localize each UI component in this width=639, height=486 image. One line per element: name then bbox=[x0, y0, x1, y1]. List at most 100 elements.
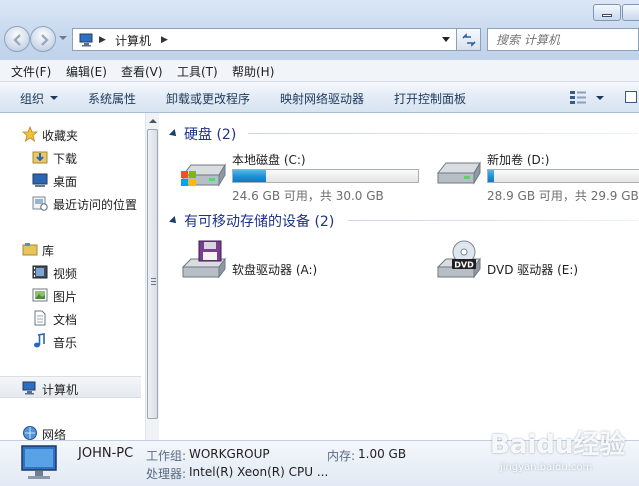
breadcrumb-computer[interactable]: 计算机 bbox=[115, 32, 151, 49]
dvd-drive-icon: DVD bbox=[436, 240, 481, 279]
computer-icon bbox=[21, 445, 57, 479]
hard-drive-icon bbox=[436, 161, 481, 185]
drive-name: 本地磁盘 (C:) bbox=[232, 153, 306, 167]
open-control-panel-button[interactable]: 打开控制面板 bbox=[394, 90, 466, 107]
libraries-icon bbox=[22, 243, 38, 256]
nav-item-desktop[interactable]: 桌面 bbox=[0, 169, 141, 191]
view-options-dropdown[interactable] bbox=[596, 96, 604, 100]
drive-usage-bar bbox=[232, 169, 419, 183]
menu-view[interactable]: 查看(V) bbox=[121, 63, 163, 80]
drive-d[interactable]: 新加卷 (D:) 28.9 GB 可用，共 29.9 GB bbox=[434, 151, 639, 207]
device-name: DVD 驱动器 (E:) bbox=[487, 263, 579, 277]
group-header-hard-disks[interactable]: 硬盘 (2) bbox=[168, 123, 638, 143]
organize-button[interactable]: 组织 bbox=[20, 90, 44, 107]
drive-capacity: 24.6 GB 可用，共 30.0 GB bbox=[232, 189, 384, 203]
menu-file[interactable]: 文件(F) bbox=[11, 63, 51, 80]
nav-item-music[interactable]: 音乐 bbox=[0, 330, 141, 352]
navigation-scrollbar[interactable] bbox=[145, 113, 159, 440]
menu-bar: 文件(F) 编辑(E) 查看(V) 工具(T) 帮助(H) bbox=[0, 60, 639, 82]
workgroup-value: WORKGROUP bbox=[189, 447, 270, 461]
navigation-pane: 收藏夹 下载 桌面 最近访问的位置 库 视频 图片 文档 音乐 计算机 网络 bbox=[0, 113, 145, 442]
group-title: 硬盘 (2) bbox=[184, 127, 237, 143]
drive-usage-fill bbox=[488, 170, 495, 182]
watermark-brand: Baidu经验 bbox=[490, 430, 626, 460]
title-bar: ▶ 计算机 ▶ bbox=[0, 0, 639, 60]
address-history-dropdown[interactable] bbox=[442, 37, 450, 42]
nav-item-favorites[interactable]: 收藏夹 bbox=[0, 123, 141, 145]
scroll-up-icon[interactable] bbox=[149, 119, 157, 123]
group-header-removable[interactable]: 有可移动存储的设备 (2) bbox=[168, 210, 638, 230]
video-icon bbox=[32, 265, 48, 279]
minimize-icon bbox=[602, 14, 612, 17]
drive-c[interactable]: 本地磁盘 (C:) 24.6 GB 可用，共 30.0 GB bbox=[179, 151, 429, 207]
svg-text:DVD: DVD bbox=[454, 261, 474, 270]
desktop-icon bbox=[32, 173, 48, 187]
nav-item-downloads[interactable]: 下载 bbox=[0, 146, 141, 168]
menu-tools[interactable]: 工具(T) bbox=[177, 63, 218, 80]
floppy-drive[interactable]: 软盘驱动器 (A:) bbox=[179, 239, 379, 289]
device-name: 软盘驱动器 (A:) bbox=[232, 263, 318, 277]
map-network-drive-button[interactable]: 映射网络驱动器 bbox=[280, 90, 364, 107]
processor-value: Intel(R) Xeon(R) CPU ... bbox=[189, 465, 329, 479]
computer-name: JOHN-PC bbox=[78, 446, 134, 461]
computer-icon bbox=[22, 381, 36, 395]
processor-label: 处理器: bbox=[146, 467, 187, 481]
scrollbar-thumb[interactable] bbox=[147, 129, 158, 419]
downloads-folder-icon bbox=[32, 151, 48, 164]
maximize-button[interactable] bbox=[622, 4, 639, 21]
floppy-drive-icon bbox=[181, 240, 226, 279]
search-input[interactable] bbox=[488, 29, 618, 50]
star-icon bbox=[22, 126, 38, 142]
nav-item-computer[interactable]: 计算机 bbox=[0, 376, 141, 398]
drive-usage-bar bbox=[487, 169, 639, 183]
pictures-icon bbox=[32, 288, 48, 302]
arrow-right-icon bbox=[41, 34, 49, 46]
preview-pane-icon[interactable] bbox=[625, 91, 637, 103]
menu-edit[interactable]: 编辑(E) bbox=[66, 63, 107, 80]
computer-icon bbox=[79, 33, 93, 47]
menu-help[interactable]: 帮助(H) bbox=[232, 63, 274, 80]
chevron-down-icon[interactable] bbox=[50, 96, 58, 100]
forward-button[interactable] bbox=[30, 26, 56, 52]
chevron-down-icon[interactable] bbox=[169, 129, 179, 139]
nav-item-libraries[interactable]: 库 bbox=[0, 238, 141, 260]
document-icon bbox=[34, 310, 46, 326]
minimize-button[interactable] bbox=[593, 4, 621, 21]
recent-pages-dropdown[interactable] bbox=[59, 36, 67, 40]
command-bar: 组织 系统属性 卸载或更改程序 映射网络驱动器 打开控制面板 bbox=[0, 82, 639, 113]
chevron-right-icon[interactable]: ▶ bbox=[161, 35, 168, 45]
system-drive-icon bbox=[181, 163, 226, 187]
nav-item-recent-places[interactable]: 最近访问的位置 bbox=[0, 192, 141, 214]
drive-usage-fill bbox=[233, 170, 267, 182]
grip-icon bbox=[151, 278, 156, 285]
change-view-icon[interactable] bbox=[570, 91, 586, 104]
back-button[interactable] bbox=[4, 26, 30, 52]
group-divider bbox=[248, 133, 638, 134]
group-divider bbox=[348, 220, 638, 221]
workgroup-label: 工作组: bbox=[146, 449, 187, 463]
watermark-url: jingyan.baidu.com bbox=[500, 462, 593, 473]
nav-item-pictures[interactable]: 图片 bbox=[0, 284, 141, 306]
content-pane: 硬盘 (2) 本地磁盘 (C:) 24.6 GB 可用，共 30.0 GB 新加… bbox=[160, 113, 639, 440]
dvd-drive[interactable]: DVD DVD 驱动器 (E:) bbox=[434, 239, 634, 289]
network-icon bbox=[23, 426, 37, 440]
refresh-icon bbox=[462, 33, 476, 47]
nav-item-documents[interactable]: 文档 bbox=[0, 307, 141, 329]
chevron-down-icon[interactable] bbox=[169, 216, 179, 226]
search-box[interactable] bbox=[487, 28, 639, 51]
address-bar[interactable]: ▶ 计算机 ▶ bbox=[72, 28, 457, 51]
nav-item-videos[interactable]: 视频 bbox=[0, 261, 141, 283]
system-properties-button[interactable]: 系统属性 bbox=[88, 90, 136, 107]
drive-name: 新加卷 (D:) bbox=[487, 153, 550, 167]
music-note-icon bbox=[34, 333, 45, 348]
recent-places-icon bbox=[32, 196, 48, 211]
baidu-watermark: Baidu经验 jingyan.baidu.com bbox=[490, 418, 638, 484]
group-title: 有可移动存储的设备 (2) bbox=[184, 214, 335, 230]
refresh-button[interactable] bbox=[457, 28, 481, 51]
memory-value: 1.00 GB bbox=[358, 447, 407, 461]
chevron-right-icon[interactable]: ▶ bbox=[99, 35, 106, 45]
memory-label: 内存: bbox=[327, 449, 356, 463]
drive-capacity: 28.9 GB 可用，共 29.9 GB bbox=[487, 189, 639, 203]
arrow-left-icon bbox=[13, 34, 21, 46]
uninstall-program-button[interactable]: 卸载或更改程序 bbox=[166, 90, 250, 107]
